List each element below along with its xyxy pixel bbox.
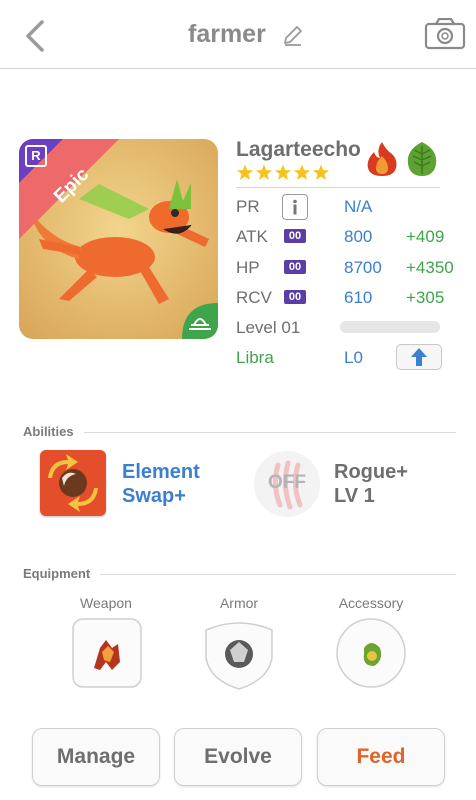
pencil-icon[interactable] [282, 24, 304, 46]
ability-name-line1: Element [122, 461, 200, 483]
stat-label-atk: ATK [236, 227, 268, 246]
stat-bonus-atk: +409 [406, 227, 445, 246]
plus-badge-rcv: 00 [284, 290, 306, 304]
ability-name-line1: Rogue+ [334, 461, 408, 483]
star-icon [312, 164, 330, 180]
monster-art [19, 139, 218, 339]
ability-name-line2: LV 1 [334, 485, 375, 507]
stat-label-pr: PR [236, 197, 260, 216]
arrow-up-icon [411, 348, 427, 366]
nature-icon [407, 142, 437, 176]
abilities-section-title: Abilities [23, 424, 74, 439]
plus-badge-atk: 00 [284, 229, 306, 243]
equipment-section-title: Equipment [23, 566, 91, 581]
stat-value-atk: 800 [344, 227, 373, 246]
star-icon [236, 164, 254, 180]
element-swap-ability-name[interactable]: Element Swap+ [122, 460, 232, 508]
top-bar: farmer [0, 0, 476, 69]
sign-level: L0 [344, 348, 363, 367]
monster-portrait[interactable]: R Epic [19, 139, 218, 339]
stat-label-hp: HP [236, 258, 260, 277]
stat-label-rcv: RCV [236, 288, 272, 307]
armor-slot[interactable] [204, 618, 274, 690]
star-rating [236, 164, 330, 180]
back-icon[interactable] [18, 14, 58, 58]
stat-bonus-rcv: +305 [406, 288, 445, 307]
sign-name: Libra [236, 348, 274, 367]
stat-value-rcv: 610 [344, 288, 373, 307]
stat-divider [236, 187, 440, 188]
accessory-slot[interactable] [336, 618, 406, 688]
plus-badge-hp: 00 [284, 260, 306, 274]
feed-button[interactable]: Feed [317, 728, 445, 786]
monster-name: Lagarteecho [236, 138, 361, 161]
stat-value-pr: N/A [344, 197, 373, 216]
camera-icon[interactable] [424, 18, 466, 50]
stat-bonus-hp: +4350 [406, 258, 454, 277]
accessory-label: Accessory [338, 595, 404, 611]
ability-off-label: OFF [268, 472, 306, 493]
equipment-divider [100, 574, 456, 575]
ability-name-line2: Swap+ [122, 485, 186, 507]
stat-value-hp: 8700 [344, 258, 382, 277]
weapon-label: Weapon [80, 595, 132, 611]
fire-icon [367, 142, 397, 176]
weapon-slot[interactable] [72, 618, 142, 688]
star-icon [293, 164, 311, 180]
abilities-divider [84, 432, 456, 433]
manage-button[interactable]: Manage [32, 728, 160, 786]
evolve-button[interactable]: Evolve [174, 728, 302, 786]
star-icon [255, 164, 273, 180]
rarity-letter-badge: R [25, 145, 47, 167]
page-title: farmer [188, 20, 266, 48]
armor-label: Armor [219, 595, 259, 611]
level-label: Level 01 [236, 318, 301, 337]
level-progress-bar [340, 321, 440, 333]
rogue-ability-name[interactable]: Rogue+ LV 1 [334, 460, 444, 508]
star-icon [274, 164, 292, 180]
element-swap-ability-icon[interactable] [40, 450, 106, 516]
sign-upgrade-button[interactable] [396, 344, 442, 370]
info-icon[interactable] [282, 194, 308, 220]
